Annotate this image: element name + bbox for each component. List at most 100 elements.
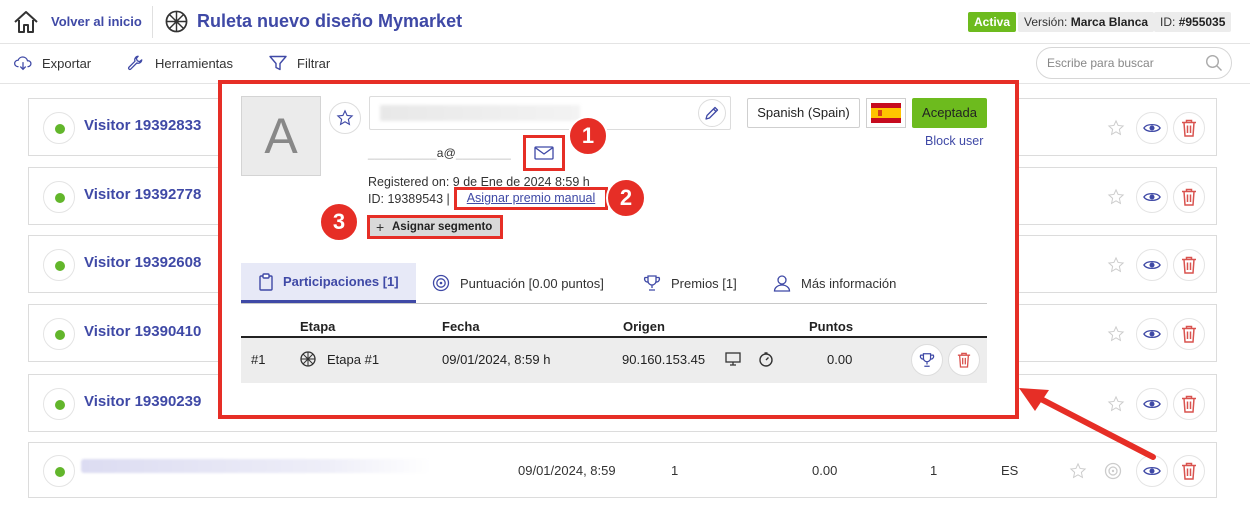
roulette-wheel-icon: [165, 10, 188, 33]
tab-prizes[interactable]: Premios [1]: [643, 263, 737, 303]
id-label: ID:: [1160, 15, 1176, 29]
search-input[interactable]: [1047, 56, 1197, 70]
email-value: __________a@________: [368, 146, 512, 160]
star-icon[interactable]: [1107, 188, 1125, 206]
plus-icon: +: [376, 219, 385, 235]
star-icon[interactable]: [1107, 256, 1125, 274]
cloud-download-icon: [14, 56, 32, 71]
status-indicator: [43, 249, 75, 281]
view-button[interactable]: [1136, 181, 1168, 213]
row-prizes: 1: [930, 463, 938, 478]
spain-flag-icon[interactable]: [866, 98, 906, 128]
top-header: Volver al inicio Ruleta nuevo diseño Mym…: [0, 0, 1250, 44]
wrench-icon: [127, 55, 143, 71]
row-date: 09/01/2024, 8:59: [518, 463, 616, 478]
name-field[interactable]: [369, 96, 731, 130]
visitor-name[interactable]: Visitor 19390239: [84, 393, 201, 410]
user-icon: [773, 275, 791, 292]
send-email-button[interactable]: [523, 135, 565, 171]
assign-prize-link[interactable]: Asignar premio manual: [454, 187, 608, 210]
trash-icon: [957, 352, 971, 368]
version-value: Marca Blanca: [1070, 15, 1149, 29]
annotation-arrow-icon: [1019, 388, 1156, 460]
row-origin-ip: 90.160.153.45: [622, 352, 706, 367]
online-dot: [55, 467, 65, 477]
annotation-badge-2: 2: [606, 178, 646, 218]
assign-segment-body: + Asignar segmento: [370, 218, 500, 236]
delete-button[interactable]: [1173, 112, 1205, 144]
envelope-icon: [534, 146, 554, 160]
trash-icon: [1182, 188, 1196, 206]
stopwatch-icon: [758, 351, 774, 367]
trash-icon: [1182, 462, 1196, 480]
table-row: #1 Etapa #1 09/01/2024, 8:59 h 90.160.15…: [241, 338, 987, 383]
visitor-detail-modal: A __________a@________ Registered on: 9 …: [221, 83, 1016, 416]
tab-prizes-label: Premios [1]: [671, 275, 737, 291]
filter-button[interactable]: Filtrar: [269, 53, 330, 73]
delete-button[interactable]: [1173, 249, 1205, 281]
accepted-button[interactable]: Aceptada: [912, 98, 987, 128]
back-to-home-link[interactable]: Volver al inicio: [51, 14, 142, 29]
row-participations: 1: [671, 463, 679, 478]
status-indicator: [43, 318, 75, 350]
redacted-name: [81, 459, 431, 473]
visitor-name[interactable]: Visitor 19392778: [84, 186, 201, 203]
annotation-badge-1: 1: [568, 116, 608, 156]
annotation-badge-3: 3: [319, 202, 359, 242]
star-icon[interactable]: [1107, 325, 1125, 343]
status-indicator: [43, 388, 75, 420]
trash-icon: [1182, 119, 1196, 137]
online-dot: [55, 124, 65, 134]
id-value: #955035: [1178, 15, 1226, 29]
tab-participations-label: Participaciones [1]: [283, 274, 399, 289]
eye-icon: [1143, 466, 1161, 476]
roulette-wheel-icon: [300, 351, 316, 367]
visitor-name[interactable]: Visitor 19390410: [84, 323, 201, 340]
view-button[interactable]: [1136, 112, 1168, 144]
export-label: Exportar: [42, 55, 92, 71]
delete-button[interactable]: [1173, 181, 1205, 213]
tab-participations[interactable]: Participaciones [1]: [241, 263, 416, 303]
edit-name-button[interactable]: [698, 99, 726, 127]
delete-participation-button[interactable]: [948, 344, 980, 376]
trophy-icon: [643, 275, 661, 291]
language-button[interactable]: Spanish (Spain): [747, 98, 860, 128]
assign-segment-label: Asignar segmento: [392, 221, 493, 233]
favorite-button[interactable]: [329, 102, 361, 134]
avatar: A: [241, 96, 321, 176]
delete-button[interactable]: [1173, 318, 1205, 350]
detail-tabs: Participaciones [1] Puntuación [0.00 pun…: [241, 263, 987, 304]
tools-button[interactable]: Herramientas: [125, 53, 233, 73]
tab-more-info-label: Más información: [801, 275, 897, 291]
tab-score[interactable]: Puntuación [0.00 puntos]: [432, 263, 604, 303]
eye-icon: [1143, 192, 1161, 202]
visitor-name[interactable]: Visitor 19392608: [84, 254, 201, 271]
search-icon[interactable]: [1205, 54, 1223, 72]
delete-button[interactable]: [1173, 388, 1205, 420]
assign-segment-button[interactable]: + Asignar segmento: [367, 215, 503, 239]
eye-icon: [1143, 123, 1161, 133]
block-user-link[interactable]: Block user: [925, 134, 983, 148]
visitor-id: ID: 19389543 |: [368, 192, 450, 206]
version-label: Versión:: [1024, 15, 1068, 29]
row-points: 0.00: [812, 463, 838, 478]
row-stage: Etapa #1: [327, 352, 380, 367]
star-icon[interactable]: [1107, 119, 1125, 137]
visitor-name[interactable]: Visitor 19392833: [84, 117, 201, 134]
row-date: 09/01/2024, 8:59 h: [442, 352, 551, 367]
prize-button[interactable]: [911, 344, 943, 376]
delete-button[interactable]: [1173, 455, 1205, 487]
eye-icon: [1143, 260, 1161, 270]
filter-icon: [269, 55, 287, 71]
view-button[interactable]: [1136, 249, 1168, 281]
pencil-icon: [705, 106, 719, 120]
tab-more-info[interactable]: Más información: [773, 263, 896, 303]
page-title: Ruleta nuevo diseño Mymarket: [197, 11, 463, 31]
filter-label: Filtrar: [297, 55, 331, 71]
online-dot: [55, 261, 65, 271]
export-button[interactable]: Exportar: [14, 53, 91, 73]
row-language: ES: [1001, 463, 1019, 478]
home-icon[interactable]: [12, 9, 40, 35]
view-button[interactable]: [1136, 318, 1168, 350]
email-fragment: a@: [436, 146, 457, 160]
